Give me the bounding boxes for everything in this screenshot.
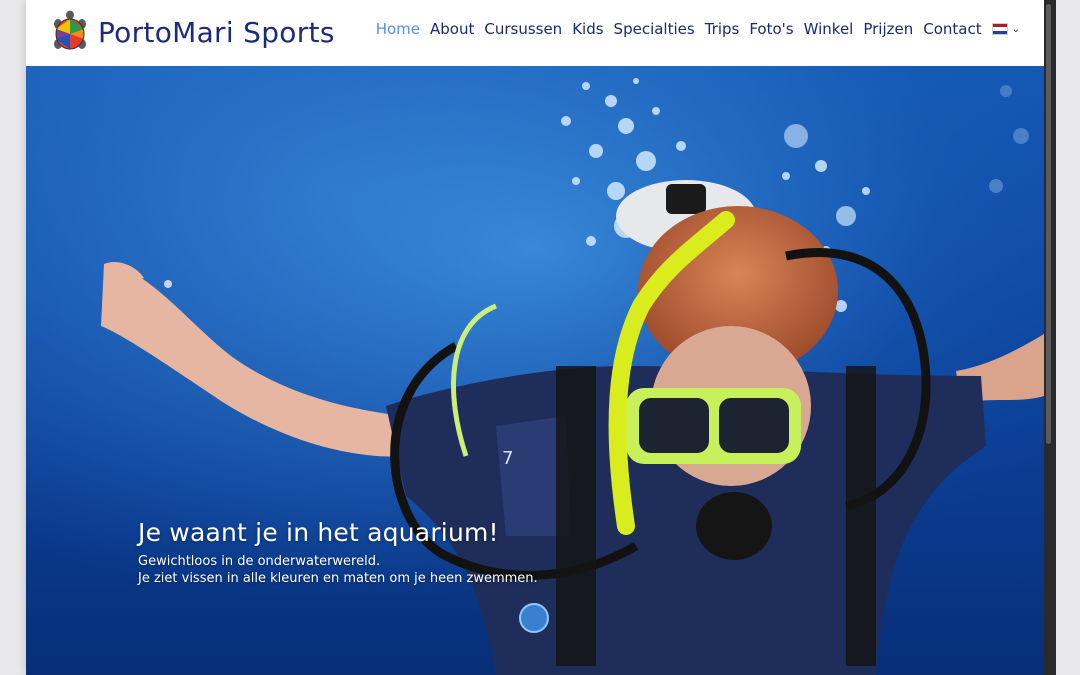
nav-fotos[interactable]: Foto's — [749, 20, 793, 38]
chevron-down-icon: ⌄ — [1011, 23, 1020, 35]
main-nav: Home About Cursussen Kids Specialties Tr… — [376, 20, 1020, 38]
nav-specialties[interactable]: Specialties — [614, 20, 695, 38]
site-header: PortoMari Sports Home About Cursussen Ki… — [26, 0, 1044, 66]
nav-trips[interactable]: Trips — [705, 20, 740, 38]
language-switcher[interactable]: ⌄ — [991, 23, 1020, 35]
nav-about[interactable]: About — [430, 20, 474, 38]
brand-name: PortoMari Sports — [98, 15, 335, 49]
svg-text:7: 7 — [502, 448, 513, 469]
hero-line-1: Gewichtloos in de onderwaterwereld. — [138, 554, 381, 569]
nav-winkel[interactable]: Winkel — [804, 20, 854, 38]
nav-home[interactable]: Home — [376, 20, 420, 38]
turtle-logo-icon — [54, 10, 86, 50]
hero-caption: Je waant je in het aquarium! Gewichtloos… — [138, 518, 538, 587]
netherlands-flag-icon — [991, 23, 1008, 35]
browser-page: PortoMari Sports Home About Cursussen Ki… — [26, 0, 1044, 675]
hero-slider: 7 Je waant je in het aquarium! Gewichtlo… — [26, 66, 1044, 675]
home-logo-link[interactable]: PortoMari Sports — [50, 8, 335, 56]
hero-line-2: Je ziet vissen in alle kleuren en maten … — [138, 571, 538, 586]
nav-kids[interactable]: Kids — [572, 20, 603, 38]
nav-contact[interactable]: Contact — [923, 20, 981, 38]
scrollbar[interactable] — [1046, 4, 1051, 444]
hero-title: Je waant je in het aquarium! — [138, 518, 499, 547]
nav-prijzen[interactable]: Prijzen — [863, 20, 913, 38]
nav-cursussen[interactable]: Cursussen — [484, 20, 562, 38]
